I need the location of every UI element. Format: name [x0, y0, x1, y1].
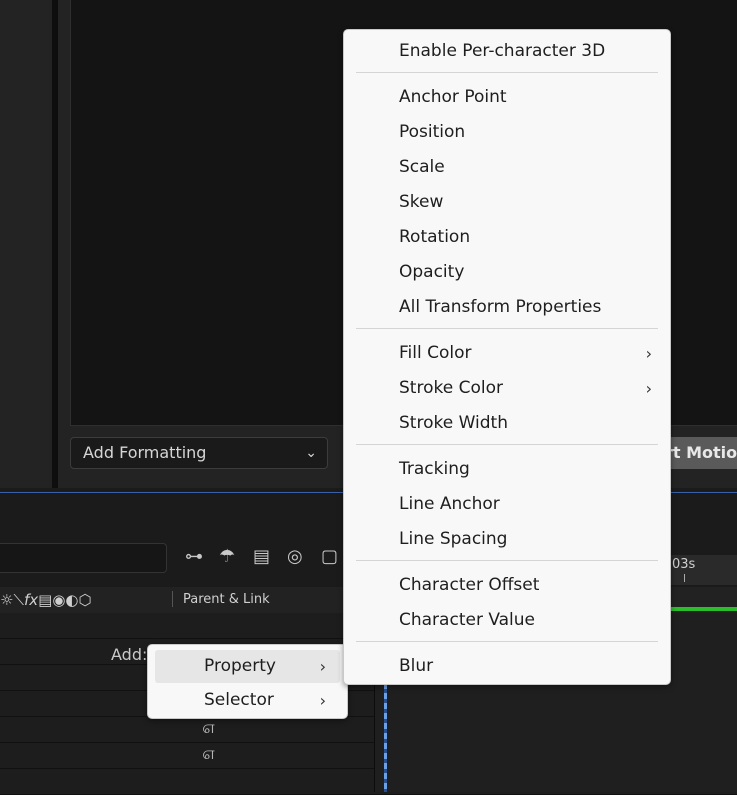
menu-item-label: Position	[399, 122, 466, 142]
menu-item-label: Line Anchor	[399, 494, 500, 514]
left-panel	[0, 0, 52, 488]
menu-item-label: Character Value	[399, 610, 536, 630]
menu-separator	[356, 641, 658, 642]
menu-item-property[interactable]: Property ›	[155, 650, 340, 683]
menu-item-scale[interactable]: Scale	[344, 150, 670, 185]
add-context-menu: Property › Selector ›	[147, 644, 348, 719]
menu-item-stroke-color[interactable]: Stroke Color ›	[344, 371, 670, 406]
playhead[interactable]	[384, 683, 387, 792]
motion-blur-icon[interactable]: ◎	[287, 546, 321, 567]
menu-item-label: Fill Color	[399, 343, 472, 363]
fx-icon[interactable]: fx	[24, 591, 38, 609]
3d-layer-icon[interactable]: ⬡	[79, 591, 92, 609]
time-ruler-label: 03s	[672, 557, 696, 572]
timeline-toolbar: ⊶ ☂ ▤ ◎ ▢	[185, 546, 355, 567]
motion-blur-icon[interactable]: ◉	[52, 591, 65, 609]
layer-switch-icons: ☼⟍fx▤◉◐⬡	[0, 591, 92, 609]
pickwhip-spiral-icon[interactable]: ௭	[202, 717, 216, 740]
menu-item-label: Scale	[399, 157, 445, 177]
adjustment-layer-icon[interactable]: ◐	[65, 591, 78, 609]
menu-item-label: Blur	[399, 656, 434, 676]
menu-item-character-value[interactable]: Character Value	[344, 603, 670, 638]
add-formatting-dropdown[interactable]: Add Formatting ⌄	[70, 437, 328, 469]
menu-item-label: Skew	[399, 192, 444, 212]
menu-item-position[interactable]: Position	[344, 115, 670, 150]
frame-blending-icon[interactable]: ▤	[38, 591, 52, 609]
shy-umbrella-icon[interactable]: ☂	[219, 546, 253, 567]
timeline-search-input[interactable]	[0, 543, 167, 573]
flowchart-icon[interactable]: ⊶	[185, 546, 219, 567]
parent-link-header[interactable]: Parent & Link	[183, 592, 270, 607]
chevron-right-icon: ›	[319, 691, 326, 710]
menu-item-label: Opacity	[399, 262, 465, 282]
menu-item-all-transform-properties[interactable]: All Transform Properties	[344, 290, 670, 325]
menu-separator	[356, 72, 658, 73]
quality-slash-icon[interactable]: ⟍	[13, 591, 24, 609]
chevron-right-icon: ›	[645, 379, 652, 398]
menu-separator	[356, 560, 658, 561]
column-separator	[172, 591, 173, 607]
menu-item-opacity[interactable]: Opacity	[344, 255, 670, 290]
menu-item-character-offset[interactable]: Character Offset	[344, 568, 670, 603]
chevron-down-icon: ⌄	[305, 445, 317, 461]
frame-blend-icon[interactable]: ▤	[253, 546, 287, 567]
menu-item-label: Property	[204, 656, 276, 676]
time-tick	[684, 574, 685, 582]
menu-item-selector[interactable]: Selector ›	[155, 684, 340, 717]
pickwhip-spiral-icon[interactable]: ௭	[202, 743, 216, 766]
chevron-right-icon: ›	[645, 344, 652, 363]
menu-item-label: Enable Per-character 3D	[399, 41, 606, 61]
menu-item-label: All Transform Properties	[399, 297, 602, 317]
solo-sun-icon[interactable]: ☼	[0, 591, 13, 609]
menu-item-tracking[interactable]: Tracking	[344, 452, 670, 487]
chevron-right-icon: ›	[319, 657, 326, 676]
add-label: Add:	[111, 645, 148, 664]
menu-item-blur[interactable]: Blur	[344, 649, 670, 684]
work-area-bar[interactable]	[669, 607, 737, 611]
menu-item-label: Line Spacing	[399, 529, 508, 549]
menu-item-enable-per-character-3d[interactable]: Enable Per-character 3D	[344, 34, 670, 69]
menu-item-line-spacing[interactable]: Line Spacing	[344, 522, 670, 557]
menu-item-label: Selector	[204, 690, 274, 710]
menu-item-label: Character Offset	[399, 575, 540, 595]
menu-item-label: Anchor Point	[399, 87, 507, 107]
menu-item-label: Tracking	[399, 459, 470, 479]
menu-separator	[356, 444, 658, 445]
menu-item-rotation[interactable]: Rotation	[344, 220, 670, 255]
property-submenu: Enable Per-character 3D Anchor Point Pos…	[343, 29, 671, 685]
menu-item-fill-color[interactable]: Fill Color ›	[344, 336, 670, 371]
menu-item-anchor-point[interactable]: Anchor Point	[344, 80, 670, 115]
menu-item-line-anchor[interactable]: Line Anchor	[344, 487, 670, 522]
menu-item-label: Stroke Width	[399, 413, 508, 433]
menu-item-skew[interactable]: Skew	[344, 185, 670, 220]
menu-item-label: Rotation	[399, 227, 471, 247]
menu-separator	[356, 328, 658, 329]
add-formatting-label: Add Formatting	[83, 443, 207, 462]
menu-item-stroke-width[interactable]: Stroke Width	[344, 406, 670, 441]
menu-item-label: Stroke Color	[399, 378, 503, 398]
